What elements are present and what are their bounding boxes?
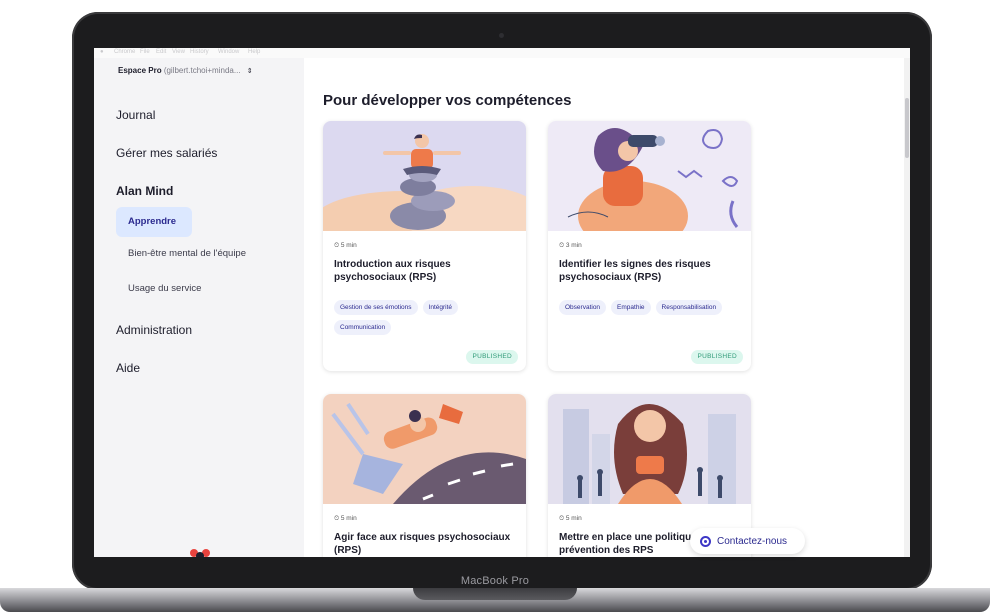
menubar-item[interactable]: Chrome [114,49,135,55]
main-content: Pour développer vos compétences ⏲ 5 min … [304,58,910,557]
sidebar-item-journal[interactable]: Journal [116,108,155,122]
clock-icon: ⏲ [334,515,340,522]
tag-list: Observation Empathie Responsabilisation [559,300,745,315]
duration-value: 3 min [565,242,582,249]
tag: Responsabilisation [655,300,723,315]
card-title: Identifier les signes des risques psycho… [559,259,711,283]
sidebar-item-administration[interactable]: Administration [116,323,192,337]
duration: ⏲ 5 min [334,242,357,250]
menubar-item[interactable]: View [172,49,185,55]
menubar-item[interactable]: Help [248,49,260,55]
menubar-item[interactable]: History [190,49,209,55]
duration: ⏲ 5 min [334,515,357,523]
card-title: Agir face aux risques psychosociaux (RPS… [334,532,511,556]
tag: Observation [559,300,607,315]
device-label: MacBook Pro [460,575,530,587]
tag-list: Gestion de ses émotions Intégrité Commun… [334,300,520,335]
laptop-notch [413,588,577,600]
duration: ⏲ 3 min [559,242,582,250]
sidebar-subitem-usage[interactable]: Usage du service [128,283,201,294]
card-title: Introduction aux risques psychosociaux (… [334,259,451,283]
chevron-updown-icon: ⇕ [246,68,253,75]
tag: Gestion de ses émotions [334,300,418,315]
status-badge: PUBLISHED [466,350,518,364]
status-badge: PUBLISHED [691,350,743,364]
scrollbar[interactable] [904,58,910,557]
duration: ⏲ 5 min [559,515,582,523]
contact-button-label: Contactez-nous [717,535,788,547]
course-card[interactable]: ⏲ 3 min Identifier les signes des risque… [548,121,751,371]
clock-icon: ⏲ [334,242,340,249]
card-illustration [323,394,526,504]
workspace-name: Espace Pro [118,66,162,75]
sidebar-subitem-bien-etre[interactable]: Bien-être mental de l'équipe [128,248,246,259]
duration-value: 5 min [565,515,582,522]
tag: Empathie [611,300,651,315]
tag: Intégrité [422,300,459,315]
sidebar-subitem-apprendre[interactable]: Apprendre [116,207,192,237]
duration-value: 5 min [340,242,357,249]
contact-button[interactable]: Contactez-nous [690,528,805,554]
sidebar-item-salaries[interactable]: Gérer mes salariés [116,146,217,160]
course-card[interactable]: ⏲ 5 min Agir face aux risques psychosoci… [323,394,526,557]
laptop-mockup: ● Chrome File Edit View History Window H… [0,0,990,612]
sidebar-item-alan-mind[interactable]: Alan Mind [116,184,173,198]
lifebuoy-icon [700,535,711,547]
card-illustration [548,394,751,504]
sidebar: Espace Pro (gilbert.tchoi+minda... ⇕ Jou… [94,58,304,557]
duration-value: 5 min [340,515,357,522]
tag: Communication [334,320,392,335]
clock-icon: ⏲ [559,515,565,522]
card-illustration [548,121,751,251]
workspace-email: (gilbert.tchoi+minda... [163,66,241,75]
menubar-item[interactable]: File [140,49,150,55]
course-card[interactable]: ⏲ 5 min Introduction aux risques psychos… [323,121,526,371]
scrollbar-thumb[interactable] [905,98,909,158]
card-illustration [323,121,526,251]
alan-logo-icon [189,548,211,557]
clock-icon: ⏲ [559,242,565,249]
mac-menubar: ● Chrome File Edit View History Window H… [94,48,910,58]
workspace-switcher[interactable]: Espace Pro (gilbert.tchoi+minda... ⇕ [118,66,253,75]
sidebar-item-aide[interactable]: Aide [116,361,140,375]
app-screen: ● Chrome File Edit View History Window H… [94,48,910,557]
menubar-item[interactable]: Edit [156,49,166,55]
page-title: Pour développer vos compétences [323,92,572,109]
camera-icon [499,33,504,38]
apple-icon: ● [100,49,104,55]
menubar-item[interactable]: Window [218,49,239,55]
